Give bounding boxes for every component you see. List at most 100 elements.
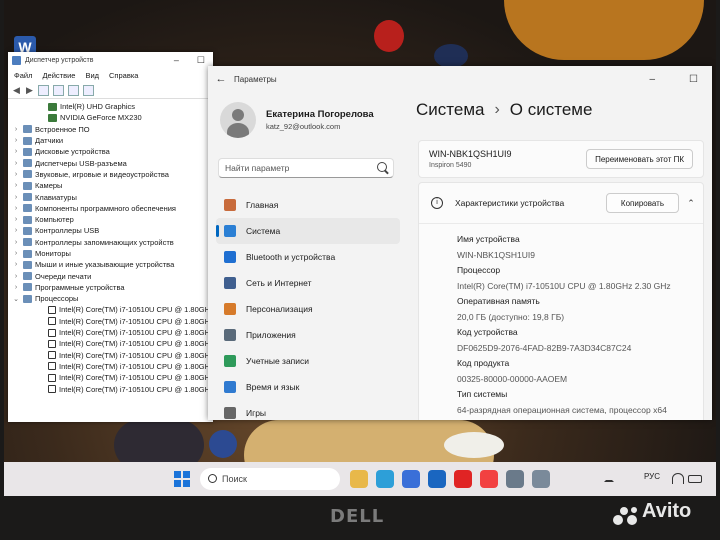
minimize-icon[interactable]: –: [649, 74, 655, 85]
device-category[interactable]: › Очереди печати: [12, 270, 213, 281]
cpu-item[interactable]: Intel(R) Core(TM) i7-10510U CPU @ 1.80GH…: [12, 338, 213, 349]
cpu-item[interactable]: Intel(R) Core(TM) i7-10510U CPU @ 1.80GH…: [12, 327, 213, 338]
expand-icon[interactable]: ›: [12, 160, 20, 167]
nav-item-time-language[interactable]: Время и язык: [216, 374, 400, 400]
settings-search-input[interactable]: Найти параметр: [218, 158, 394, 178]
expand-icon[interactable]: ›: [12, 239, 20, 246]
copy-button[interactable]: Копировать: [605, 193, 679, 213]
device-category[interactable]: ⌄ Процессоры: [12, 293, 213, 304]
device-category[interactable]: › Клавиатуры: [12, 191, 213, 202]
maximize-icon[interactable]: ☐: [689, 74, 698, 85]
toolbar-properties-icon[interactable]: [38, 84, 49, 96]
rename-pc-button[interactable]: Переименовать этот ПК: [586, 149, 693, 169]
tree-label: Контроллеры USB: [35, 226, 100, 236]
tray-chevron-icon[interactable]: [604, 476, 614, 482]
toolbar-view-icon[interactable]: [68, 84, 79, 96]
expand-icon[interactable]: ›: [12, 273, 20, 280]
nav-item-apps[interactable]: Приложения: [216, 322, 400, 348]
menu-help[interactable]: Справка: [109, 71, 138, 80]
expand-icon[interactable]: ›: [12, 171, 20, 178]
expand-icon[interactable]: ›: [12, 182, 20, 189]
cpu-item[interactable]: Intel(R) Core(TM) i7-10510U CPU @ 1.80GH…: [12, 350, 213, 361]
language-indicator[interactable]: РУС: [644, 472, 660, 481]
device-category[interactable]: › Дисковые устройства: [12, 146, 213, 157]
nav-item-bluetooth[interactable]: Bluetooth и устройства: [216, 244, 400, 270]
tree-label: Контроллеры запоминающих устройств: [35, 237, 174, 247]
expand-icon[interactable]: ›: [12, 250, 20, 257]
back-arrow-icon[interactable]: ←: [208, 73, 234, 85]
nav-item-home[interactable]: Главная: [216, 192, 400, 218]
expand-icon[interactable]: ›: [12, 205, 20, 212]
nav-item-accounts[interactable]: Учетные записи: [216, 348, 400, 374]
cpu-item[interactable]: Intel(R) Core(TM) i7-10510U CPU @ 1.80GH…: [12, 304, 213, 315]
expand-icon[interactable]: ›: [12, 137, 20, 144]
games-icon: [224, 407, 236, 419]
edge-icon[interactable]: [376, 470, 394, 488]
cpu-icon: [48, 362, 56, 371]
device-manager-app-icon[interactable]: [532, 470, 550, 488]
search-placeholder: Найти параметр: [225, 163, 290, 173]
windows-start-icon[interactable]: [174, 471, 190, 487]
nav-item-network[interactable]: Сеть и Интернет: [216, 270, 400, 296]
device-category[interactable]: › Контроллеры запоминающих устройств: [12, 237, 213, 248]
toolbar-help-icon[interactable]: [53, 84, 64, 96]
device-icon: [23, 181, 32, 190]
info-icon: i: [431, 197, 443, 209]
expand-icon[interactable]: ›: [12, 126, 20, 133]
device-category[interactable]: › Встроенное ПО: [12, 124, 213, 135]
cpu-item[interactable]: Intel(R) Core(TM) i7-10510U CPU @ 1.80GH…: [12, 316, 213, 327]
expand-icon[interactable]: ›: [12, 227, 20, 234]
device-name: WIN-NBK1QSH1UI9: [429, 149, 512, 159]
device-category[interactable]: › Диспетчеры USB-разъема: [12, 157, 213, 168]
device-category[interactable]: › Программные устройства: [12, 282, 213, 293]
file-explorer-icon[interactable]: [350, 470, 368, 488]
cpu-item[interactable]: Intel(R) Core(TM) i7-10510U CPU @ 1.80GH…: [12, 383, 213, 394]
gpu-item[interactable]: NVIDIA GeForce MX230: [12, 112, 213, 123]
device-category[interactable]: › Мониторы: [12, 248, 213, 259]
battery-icon[interactable]: [688, 475, 702, 483]
chevron-up-icon[interactable]: ⌃: [679, 198, 703, 209]
forward-arrow-icon[interactable]: ▶: [25, 85, 34, 96]
device-category[interactable]: › Компьютер: [12, 214, 213, 225]
menu-view[interactable]: Вид: [85, 71, 99, 80]
nav-item-brush[interactable]: Персонализация: [216, 296, 400, 322]
device-category[interactable]: › Датчики: [12, 135, 213, 146]
minimize-icon[interactable]: –: [174, 55, 179, 66]
nav-item-system[interactable]: Система: [216, 218, 400, 244]
user-profile[interactable]: Екатерина Погорелова katz_92@outlook.com: [220, 102, 374, 138]
device-category[interactable]: › Звуковые, игровые и видеоустройства: [12, 169, 213, 180]
expand-icon[interactable]: ›: [12, 148, 20, 155]
breadcrumb-parent[interactable]: Система: [416, 100, 484, 120]
device-category[interactable]: › Контроллеры USB: [12, 225, 213, 236]
tree-label: Процессоры: [35, 294, 79, 304]
maximize-icon[interactable]: ☐: [197, 55, 205, 66]
menu-action[interactable]: Действие: [42, 71, 75, 80]
device-specs-header[interactable]: i Характеристики устройства Копировать ⌃: [419, 183, 703, 224]
nav-item-games[interactable]: Игры: [216, 400, 400, 420]
cpu-item[interactable]: Intel(R) Core(TM) i7-10510U CPU @ 1.80GH…: [12, 372, 213, 383]
settings-app-icon[interactable]: [506, 470, 524, 488]
gpu-item[interactable]: Intel(R) UHD Graphics: [12, 101, 213, 112]
expand-icon[interactable]: ›: [12, 216, 20, 223]
outlook-icon[interactable]: [428, 470, 446, 488]
store-icon[interactable]: [402, 470, 420, 488]
device-category[interactable]: › Камеры: [12, 180, 213, 191]
back-arrow-icon[interactable]: ◀: [12, 85, 21, 96]
wifi-icon[interactable]: [672, 473, 684, 484]
device-icon: [23, 204, 32, 213]
yandex-browser-icon[interactable]: [480, 470, 498, 488]
device-category[interactable]: › Компоненты программного обеспечения: [12, 203, 213, 214]
tree-label: Intel(R) UHD Graphics: [60, 102, 136, 112]
expand-icon[interactable]: ›: [12, 194, 20, 201]
cpu-item[interactable]: Intel(R) Core(TM) i7-10510U CPU @ 1.80GH…: [12, 361, 213, 372]
toolbar-scan-icon[interactable]: [83, 84, 94, 96]
expand-icon[interactable]: ›: [12, 261, 20, 268]
device-icon: [23, 147, 32, 156]
device-category[interactable]: › Мыши и иные указывающие устройства: [12, 259, 213, 270]
menu-file[interactable]: Файл: [14, 71, 32, 80]
taskbar-search-input[interactable]: Поиск: [200, 468, 340, 490]
nav-item-label: Сеть и Интернет: [246, 278, 312, 288]
collapse-icon[interactable]: ⌄: [12, 295, 20, 303]
expand-icon[interactable]: ›: [12, 284, 20, 291]
yandex-icon[interactable]: [454, 470, 472, 488]
